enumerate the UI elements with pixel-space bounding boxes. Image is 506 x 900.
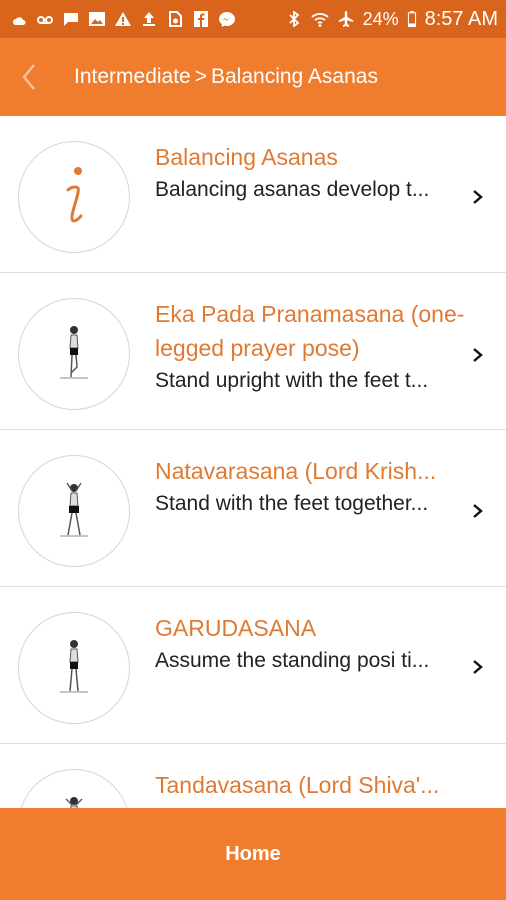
item-title: Natavarasana (Lord Krish... bbox=[155, 458, 437, 484]
airplane-icon bbox=[337, 11, 355, 27]
item-description: Stand with the feet together... bbox=[155, 492, 429, 515]
battery-percent: 24% bbox=[362, 8, 399, 29]
item-description: Balancing asanas develop t... bbox=[155, 178, 430, 201]
message-icon bbox=[62, 11, 80, 27]
item-thumbnail bbox=[18, 141, 130, 253]
list-item[interactable]: Eka Pada Pranamasana (one-legged prayer … bbox=[0, 273, 506, 430]
pose-figure-icon bbox=[60, 640, 88, 693]
back-button[interactable] bbox=[0, 38, 60, 116]
pose-figure-icon bbox=[65, 797, 83, 808]
facebook-icon bbox=[192, 11, 210, 27]
item-thumbnail bbox=[18, 298, 130, 410]
item-title: Tandavasana (Lord Shiva'... bbox=[155, 772, 440, 798]
list-item[interactable]: Tandavasana (Lord Shiva'... bbox=[0, 744, 506, 808]
storage-icon bbox=[166, 11, 184, 27]
upload-icon bbox=[140, 11, 158, 27]
chevron-right-icon bbox=[473, 348, 483, 362]
item-description: Stand upright with the feet t... bbox=[155, 369, 429, 392]
list-item[interactable]: GARUDASANA Assume the standing posi ti..… bbox=[0, 587, 506, 744]
bottom-bar: Home bbox=[0, 808, 506, 900]
messenger-icon bbox=[218, 11, 236, 27]
list-item[interactable]: Balancing Asanas Balancing asanas develo… bbox=[0, 116, 506, 273]
chevron-right-icon bbox=[473, 504, 483, 518]
image-icon bbox=[88, 11, 106, 27]
item-title: GARUDASANA bbox=[155, 615, 317, 641]
pose-figure-icon bbox=[60, 326, 88, 379]
item-description: Assume the standing posi ti... bbox=[155, 649, 430, 672]
chevron-left-icon bbox=[22, 64, 35, 90]
item-text: Tandavasana (Lord Shiva'... bbox=[155, 768, 491, 802]
status-left bbox=[10, 11, 236, 27]
item-thumbnail bbox=[18, 612, 130, 724]
asana-list: Balancing Asanas Balancing asanas develo… bbox=[0, 116, 506, 808]
home-button[interactable]: Home bbox=[225, 843, 281, 866]
battery-icon bbox=[407, 11, 417, 28]
status-time: 8:57 AM bbox=[424, 7, 498, 30]
alert-icon bbox=[114, 11, 132, 27]
chevron-right-icon bbox=[473, 660, 483, 674]
item-title: Balancing Asanas bbox=[155, 144, 338, 170]
item-text: Balancing Asanas Balancing asanas develo… bbox=[155, 140, 491, 206]
breadcrumb-current: Balancing Asanas bbox=[211, 65, 378, 88]
item-title: Eka Pada Pranamasana (one-legged prayer … bbox=[155, 301, 465, 361]
status-right: 24% 8:57 AM bbox=[285, 8, 498, 31]
app-bar: Intermediate > Balancing Asanas bbox=[0, 38, 506, 116]
item-text: Eka Pada Pranamasana (one-legged prayer … bbox=[155, 297, 491, 397]
item-text: Natavarasana (Lord Krish... Stand with t… bbox=[155, 454, 491, 520]
chevron-right-icon bbox=[473, 190, 483, 204]
breadcrumb-parent[interactable]: Intermediate bbox=[74, 65, 191, 89]
pose-figure-icon bbox=[60, 482, 88, 537]
weather-icon bbox=[10, 11, 28, 27]
breadcrumb: Intermediate > Balancing Asanas bbox=[74, 65, 378, 89]
item-thumbnail bbox=[18, 455, 130, 567]
bluetooth-icon bbox=[285, 10, 303, 28]
wifi-icon bbox=[310, 11, 329, 27]
item-text: GARUDASANA Assume the standing posi ti..… bbox=[155, 611, 491, 677]
item-thumbnail bbox=[18, 769, 130, 808]
status-bar: 24% 8:57 AM bbox=[0, 0, 506, 38]
list-item[interactable]: Natavarasana (Lord Krish... Stand with t… bbox=[0, 430, 506, 587]
voicemail-icon bbox=[36, 11, 54, 27]
breadcrumb-separator: > bbox=[194, 65, 207, 88]
info-icon bbox=[66, 167, 83, 223]
